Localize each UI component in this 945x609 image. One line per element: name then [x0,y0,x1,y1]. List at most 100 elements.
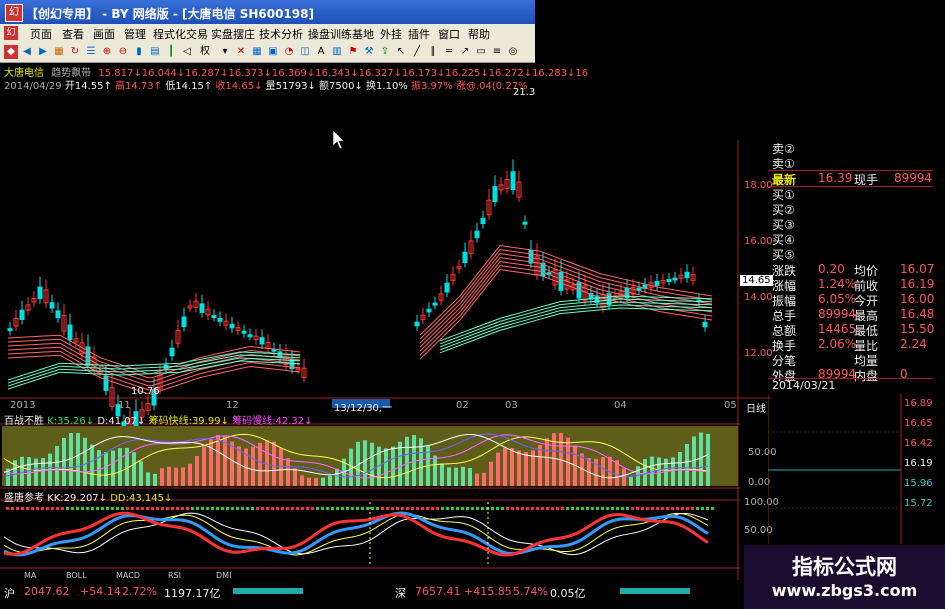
indicator1-bar [433,455,437,486]
candle-body [702,321,708,328]
indicator2-dot [51,507,54,510]
chart-icon[interactable]: ▤ [148,45,162,59]
indicator1-bar [328,475,332,486]
indicator1-bar [209,438,213,486]
tool-icon[interactable]: ⚒ [362,45,376,59]
cycle-tool-icon[interactable]: ◎ [506,45,520,59]
indicator2-dot [651,507,654,510]
indicator1-bar [300,475,304,486]
parallel-tool-icon[interactable]: ∥ [426,45,440,59]
candle-body [55,310,61,319]
mini-tick-4: 16.19 [904,458,933,469]
fib-tool-icon[interactable]: ≡ [490,45,504,59]
menu-live-trading[interactable]: 实盘摆庄 [211,26,255,42]
pointer-icon[interactable]: ↖ [394,45,408,59]
indicator2-dot [276,507,279,510]
table-icon[interactable]: ▦ [250,45,264,59]
indicator2-dot [416,507,419,510]
indicator2-dot [501,507,504,510]
indicator2-dot [231,507,234,510]
stats-cell: 89994 [818,307,857,321]
indicator1-header: 百战不胜 K:35.26↓ D:41.07↓ 筹码快线:39.99↓ 筹码慢线:… [4,412,313,427]
indicator2-dot [316,507,319,510]
indicator2-dot [676,507,679,510]
flag-icon[interactable]: ⚑ [346,45,360,59]
indicator1-bar [90,444,94,486]
list-icon[interactable]: ☰ [84,45,98,59]
mini-tick-6: 15.72 [904,498,933,509]
indicator2-dot [211,507,214,510]
indicator2-dot [41,507,44,510]
left-arrow-icon[interactable]: ◁ [180,45,194,59]
period-select[interactable]: 权 [194,45,216,59]
system-menu-icon[interactable]: 幻 [4,26,18,40]
indicator1-bar [496,452,500,486]
indicator2-dot [151,507,154,510]
line-tool-icon[interactable]: ╱ [410,45,424,59]
indicator1-bar [391,446,395,486]
indicator2-dot [666,507,669,510]
back-icon[interactable]: ◀ [20,45,34,59]
period-label[interactable]: 日线 [746,400,766,415]
indicator1-bar [335,468,339,486]
split-icon[interactable]: ◫ [298,45,312,59]
indicator2-dot [206,507,209,510]
cross-icon[interactable]: ✕ [234,45,248,59]
indicator1-bar [174,467,178,486]
grid-icon[interactable]: ▦ [52,45,66,59]
candle-body [654,280,660,286]
export-icon[interactable]: ⇪ [378,45,392,59]
tab-dmi[interactable]: DMI [216,571,231,580]
zoom-in-icon[interactable]: ⊕ [100,45,114,59]
rect-tool-icon[interactable]: ▭ [474,45,488,59]
menu-view[interactable]: 查看 [62,26,84,42]
tab-rsi[interactable]: RSI [168,571,181,580]
indicator2-dot [686,507,689,510]
bars-icon[interactable]: ▮ [132,45,146,59]
menu-help[interactable]: 帮助 [468,26,490,42]
menu-screen[interactable]: 画面 [93,26,115,42]
candle-icon[interactable]: ┃ [164,45,178,59]
indicator2-dot [376,507,379,510]
indicator1-bar [440,463,444,486]
indicator2-dot [426,507,429,510]
tab-ma[interactable]: MA [24,571,36,580]
text-icon[interactable]: A [314,45,328,59]
calc-icon[interactable]: ▥ [330,45,344,59]
buy-level-1: 买① [772,188,795,202]
window-icon[interactable]: ▣ [266,45,280,59]
menu-plugin-ext[interactable]: 外挂 [380,26,402,42]
zoom-out-icon[interactable]: ⊖ [116,45,130,59]
menu-program-trading[interactable]: 程式化交易 [153,26,208,42]
menu-window[interactable]: 窗口 [438,26,460,42]
indicator2-name[interactable]: 盛唐参考 [4,493,44,504]
tab-macd[interactable]: MACD [116,571,140,580]
menu-manage[interactable]: 管理 [124,26,146,42]
home-icon[interactable]: ◆ [4,45,18,59]
menu-training[interactable]: 操盘训练基地 [308,26,374,42]
ribbon-line [419,253,713,344]
candle-body [684,271,690,279]
date-tick-02: 02 [456,400,469,411]
menu-page[interactable]: 页面 [30,26,52,42]
stats-cell: 0.20 [818,262,845,276]
intraday-mini-chart[interactable] [768,394,903,544]
refresh-icon[interactable]: ↻ [68,45,82,59]
panel-date: 2014/03/21 [768,378,933,394]
indicator2-dot [236,507,239,510]
indicator2-dot [671,507,674,510]
arrow-tool-icon[interactable]: ↗ [458,45,472,59]
menu-bar: 幻 页面 查看 画面 管理 程式化交易 实盘摆庄 技术分析 操盘训练基地 外挂 … [0,24,535,42]
indicator2-dot [711,507,714,510]
forward-icon[interactable]: ▶ [36,45,50,59]
indicator1-name[interactable]: 百战不胜 [4,416,44,427]
candle-body [474,230,480,239]
hline-tool-icon[interactable]: ═ [442,45,456,59]
pie-icon[interactable]: ◔ [282,45,296,59]
menu-plugins[interactable]: 插件 [408,26,430,42]
tab-boll[interactable]: BOLL [66,571,87,580]
indicator2-dot [11,507,14,510]
chevron-down-icon[interactable]: ▾ [218,45,232,59]
date-tick-2013: 2013 [10,400,36,411]
menu-technical-analysis[interactable]: 技术分析 [259,26,303,42]
